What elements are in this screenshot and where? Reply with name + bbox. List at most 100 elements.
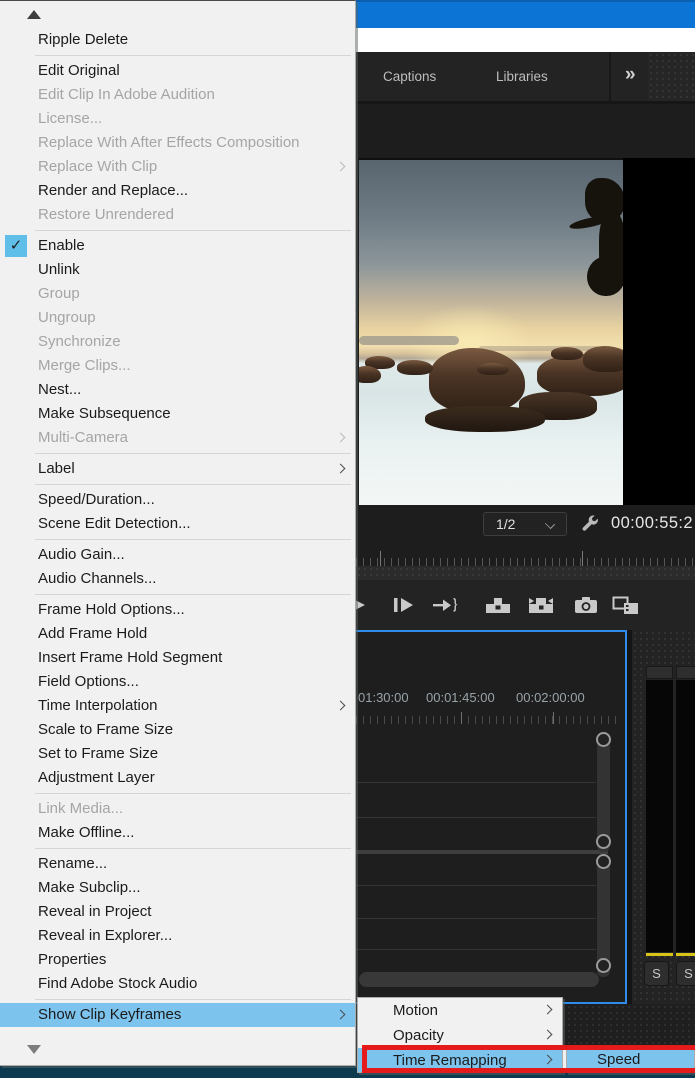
menu-item-make-offline[interactable]: Make Offline... xyxy=(0,821,355,845)
menu-separator xyxy=(35,793,351,794)
video-audio-divider[interactable] xyxy=(356,850,608,854)
menu-item-insert-frame-hold-segment[interactable]: Insert Frame Hold Segment xyxy=(0,646,355,670)
submenu-arrow-icon xyxy=(543,1030,553,1040)
menu-item-group: Group xyxy=(0,282,355,306)
scrollbar-handle[interactable] xyxy=(596,854,611,869)
menu-separator xyxy=(35,594,351,595)
menu-item-time-interpolation[interactable]: Time Interpolation xyxy=(0,694,355,718)
menu-item-render-and-replace[interactable]: Render and Replace... xyxy=(0,179,355,203)
menu-separator xyxy=(35,848,351,849)
menu-item-label[interactable]: Label xyxy=(0,457,355,481)
monitor-zoom-bar[interactable] xyxy=(356,566,695,580)
solo-button[interactable]: S xyxy=(676,961,695,986)
page-selector-dropdown[interactable]: 1/2 xyxy=(483,512,567,536)
peak-indicator xyxy=(646,953,673,956)
premiere-app-window: Captions Libraries » 1/2 00:00:55:2 xyxy=(0,0,695,1078)
panel-texture xyxy=(648,52,695,101)
scroll-down-icon[interactable] xyxy=(27,1045,41,1054)
menu-item-make-subsequence[interactable]: Make Subsequence xyxy=(0,402,355,426)
ruler-label: 01:30:00 xyxy=(358,690,409,705)
timeline-panel[interactable]: 01:30:00 00:01:45:00 00:02:00:00 xyxy=(356,630,627,1004)
menu-item-speed-duration[interactable]: Speed/Duration... xyxy=(0,488,355,512)
menu-scroll-up[interactable] xyxy=(0,1,355,28)
window-titlebar xyxy=(356,0,695,28)
menu-item-license: License... xyxy=(0,107,355,131)
menu-item-find-adobe-stock-audio[interactable]: Find Adobe Stock Audio xyxy=(0,972,355,996)
submenu-arrow-icon xyxy=(336,162,346,172)
menu-item-frame-hold-options[interactable]: Frame Hold Options... xyxy=(0,598,355,622)
menu-item-scene-edit-detection[interactable]: Scene Edit Detection... xyxy=(0,512,355,536)
menu-item-enable[interactable]: ✓Enable xyxy=(0,234,355,258)
tab-overflow-icon[interactable]: » xyxy=(625,64,634,86)
meter-header xyxy=(646,666,673,679)
menu-item-ungroup: Ungroup xyxy=(0,306,355,330)
tab-libraries[interactable]: Libraries xyxy=(496,69,548,84)
menu-item-rename[interactable]: Rename... xyxy=(0,852,355,876)
ruler-tick xyxy=(582,551,583,566)
menu-item-ripple-delete[interactable]: Ripple Delete xyxy=(0,28,355,52)
horizontal-scrollbar[interactable] xyxy=(359,972,599,987)
settings-wrench-icon[interactable] xyxy=(578,513,600,540)
ruler-label: 00:01:45:00 xyxy=(426,690,495,705)
step-forward-icon[interactable] xyxy=(392,596,414,619)
scrollbar-handle[interactable] xyxy=(596,834,611,849)
scrollbar-handle[interactable] xyxy=(596,958,611,973)
menu-item-scale-to-frame-size[interactable]: Scale to Frame Size xyxy=(0,718,355,742)
panel-tab-bar: Captions Libraries » xyxy=(356,52,695,104)
menu-separator xyxy=(35,230,351,231)
submenu-item-motion[interactable]: Motion xyxy=(358,998,562,1023)
play-in-to-out-icon[interactable] xyxy=(432,596,460,619)
track-boundary xyxy=(356,782,596,783)
chevron-down-icon xyxy=(545,519,555,529)
menu-item-nest[interactable]: Nest... xyxy=(0,378,355,402)
menu-separator xyxy=(35,484,351,485)
menu-separator xyxy=(35,453,351,454)
menu-item-adjustment-layer[interactable]: Adjustment Layer xyxy=(0,766,355,790)
comparison-view-icon[interactable] xyxy=(612,596,642,621)
menu-item-unlink[interactable]: Unlink xyxy=(0,258,355,282)
monitor-controls: 1/2 00:00:55:2 xyxy=(356,505,695,548)
menu-item-add-frame-hold[interactable]: Add Frame Hold xyxy=(0,622,355,646)
track-boundary xyxy=(356,918,596,919)
extract-icon[interactable] xyxy=(528,596,554,619)
timeline-ruler[interactable] xyxy=(356,712,622,724)
ruler-tick xyxy=(380,551,381,566)
track-boundary xyxy=(356,817,596,818)
monitor-scrubber-ruler[interactable] xyxy=(356,548,695,566)
menu-separator xyxy=(35,999,351,1000)
menu-item-reveal-in-explorer[interactable]: Reveal in Explorer... xyxy=(0,924,355,948)
menu-item-make-subclip[interactable]: Make Subclip... xyxy=(0,876,355,900)
program-monitor-panel: 1/2 00:00:55:2 xyxy=(356,104,695,630)
menu-item-link-media: Link Media... xyxy=(0,797,355,821)
menu-item-synchronize: Synchronize xyxy=(0,330,355,354)
menubar-strip xyxy=(356,28,695,52)
tab-captions[interactable]: Captions xyxy=(383,69,436,84)
solo-button[interactable]: S xyxy=(644,961,669,986)
peak-indicator xyxy=(676,953,695,956)
timecode-display: 00:00:55:2 xyxy=(611,514,693,533)
menu-item-audio-channels[interactable]: Audio Channels... xyxy=(0,567,355,591)
menu-item-merge-clips: Merge Clips... xyxy=(0,354,355,378)
check-icon: ✓ xyxy=(5,235,27,257)
menu-item-show-clip-keyframes[interactable]: Show Clip Keyframes xyxy=(0,1003,355,1027)
menu-item-restore-unrendered: Restore Unrendered xyxy=(0,203,355,227)
submenu-arrow-icon xyxy=(336,433,346,443)
menu-item-edit-original[interactable]: Edit Original xyxy=(0,59,355,83)
menu-item-replace-with-after-effects-composition: Replace With After Effects Composition xyxy=(0,131,355,155)
scroll-up-icon xyxy=(27,10,41,19)
menu-item-reveal-in-project[interactable]: Reveal in Project xyxy=(0,900,355,924)
annotation-highlight-box xyxy=(362,1045,695,1073)
menu-item-properties[interactable]: Properties xyxy=(0,948,355,972)
program-monitor-video[interactable] xyxy=(359,158,623,505)
export-frame-camera-icon[interactable] xyxy=(574,596,598,619)
video-pillarbox xyxy=(623,158,695,505)
menu-item-audio-gain[interactable]: Audio Gain... xyxy=(0,543,355,567)
ruler-tick xyxy=(461,712,462,724)
menu-item-field-options[interactable]: Field Options... xyxy=(0,670,355,694)
menu-item-set-to-frame-size[interactable]: Set to Frame Size xyxy=(0,742,355,766)
scrollbar-handle[interactable] xyxy=(596,732,611,747)
lift-icon[interactable] xyxy=(485,596,511,619)
track-boundary xyxy=(356,949,596,950)
play-icon[interactable] xyxy=(356,596,367,619)
submenu-arrow-icon xyxy=(336,1010,346,1020)
